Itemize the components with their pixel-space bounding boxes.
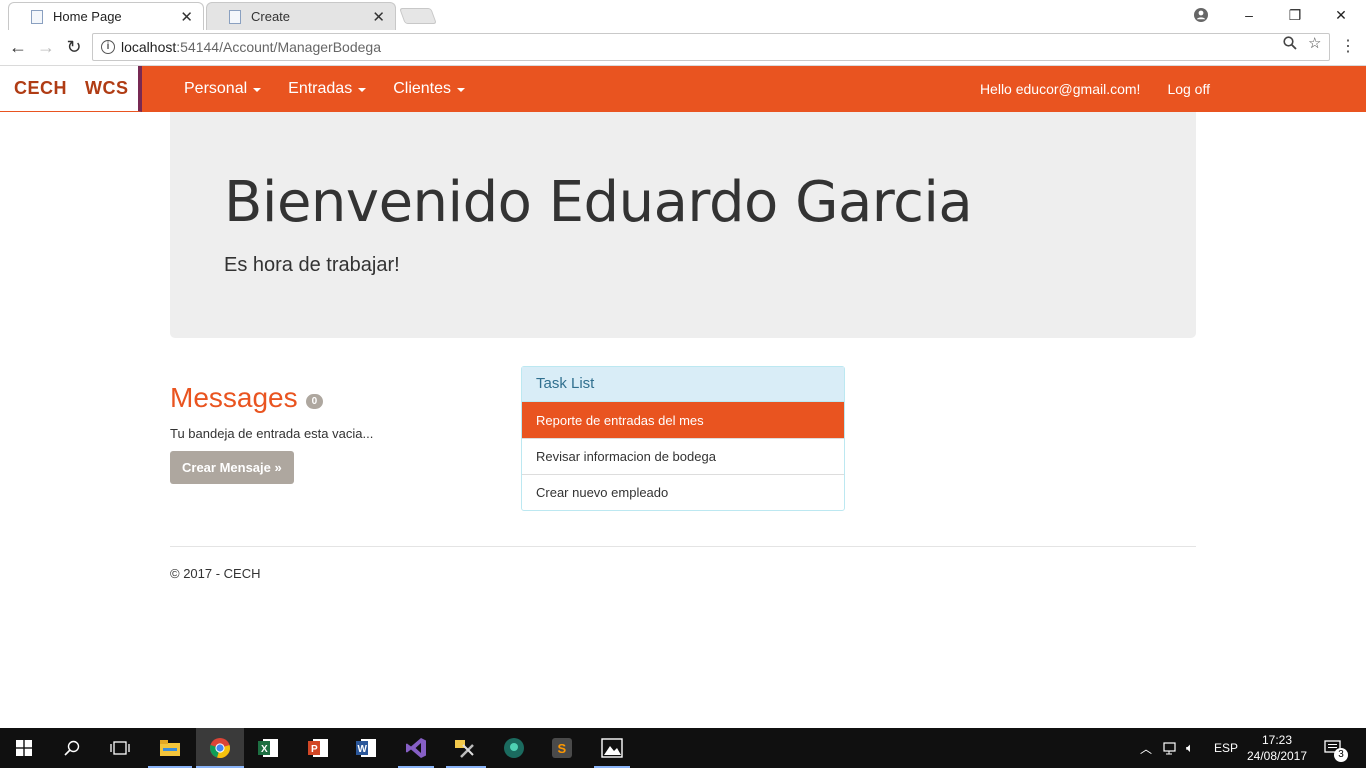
- minimize-button[interactable]: –: [1226, 0, 1272, 30]
- nav-personal-dropdown[interactable]: Personal: [184, 80, 262, 98]
- profile-icon[interactable]: [1178, 0, 1224, 30]
- nav-personal-label: Personal: [184, 80, 248, 97]
- back-arrow-icon[interactable]: ←: [7, 36, 29, 58]
- messages-title: Messages: [170, 382, 298, 413]
- chrome-icon[interactable]: [196, 728, 244, 768]
- close-tab-icon[interactable]: ✕: [372, 8, 385, 26]
- messages-section: Messages 0 Tu bandeja de entrada esta va…: [170, 382, 373, 484]
- task-view-icon[interactable]: [106, 734, 134, 762]
- tab-home-page[interactable]: Home Page ✕: [8, 2, 204, 30]
- footer-copyright: © 2017 - CECH: [170, 566, 261, 581]
- network-icon[interactable]: [1163, 728, 1179, 768]
- page-icon: [31, 10, 43, 24]
- svg-text:S: S: [558, 741, 567, 756]
- messages-count-badge: 0: [305, 393, 324, 409]
- footer-divider: [170, 546, 1196, 547]
- taskbar-clock[interactable]: 17:23 24/08/2017: [1244, 732, 1310, 764]
- caret-down-icon: [457, 88, 466, 92]
- browser-tabstrip: Home Page ✕ Create ✕ – ❐ ✕: [0, 0, 1366, 30]
- new-tab-button[interactable]: [399, 8, 437, 24]
- task-item-crear-empleado[interactable]: Crear nuevo empleado: [522, 474, 844, 510]
- nav-entradas-label: Entradas: [288, 80, 353, 97]
- info-icon[interactable]: i: [101, 40, 115, 54]
- tab-label: Create: [251, 9, 291, 24]
- svg-text:X: X: [261, 744, 268, 755]
- caret-down-icon: [358, 88, 367, 92]
- welcome-title: Bienvenido Eduardo Garcia: [224, 170, 973, 235]
- maximize-button[interactable]: ❐: [1272, 0, 1318, 30]
- clock-time: 17:23: [1261, 733, 1293, 747]
- brand-logo[interactable]: CECH WCS: [0, 66, 142, 112]
- crear-mensaje-button[interactable]: Crear Mensaje »: [170, 451, 294, 484]
- excel-icon[interactable]: X: [254, 734, 282, 762]
- action-center-icon[interactable]: 3: [1324, 728, 1348, 768]
- gitkraken-icon[interactable]: [500, 734, 528, 762]
- visual-studio-icon[interactable]: [402, 734, 430, 762]
- tab-label: Home Page: [53, 9, 122, 24]
- nav-user-area: Hello educor@gmail.com! Log off: [980, 66, 1210, 112]
- close-tab-icon[interactable]: ✕: [180, 8, 193, 26]
- language-indicator[interactable]: ESP: [1214, 728, 1238, 768]
- page-icon: [229, 10, 241, 24]
- user-greeting-link[interactable]: Hello educor@gmail.com!: [980, 81, 1141, 97]
- task-list-panel: Task List Reporte de entradas del mes Re…: [521, 366, 845, 511]
- word-icon[interactable]: W: [352, 734, 380, 762]
- bookmark-star-icon[interactable]: ☆: [1308, 34, 1321, 52]
- notification-count-badge: 3: [1334, 748, 1348, 762]
- file-explorer-icon[interactable]: [156, 734, 184, 762]
- photos-icon[interactable]: [598, 734, 626, 762]
- powerpoint-icon[interactable]: P: [304, 734, 332, 762]
- task-item-reporte[interactable]: Reporte de entradas del mes: [522, 402, 844, 438]
- task-item-revisar[interactable]: Revisar informacion de bodega: [522, 438, 844, 474]
- browser-toolbar: ← → ↻ i localhost:54144/Account/ManagerB…: [0, 30, 1366, 66]
- welcome-jumbotron: Bienvenido Eduardo Garcia Es hora de tra…: [170, 112, 1196, 338]
- svg-text:P: P: [311, 744, 318, 755]
- search-icon[interactable]: [58, 734, 86, 762]
- task-list-title: Task List: [522, 367, 844, 402]
- svg-text:W: W: [358, 744, 368, 755]
- forward-arrow-icon[interactable]: →: [35, 36, 57, 58]
- windows-start-icon[interactable]: [10, 734, 38, 762]
- windows-taskbar: X P W S ︿ 🔈︎ ESP 17:23 24/08/2017 3: [0, 728, 1366, 768]
- nav-menu: Personal Entradas Clientes: [184, 66, 492, 112]
- url-host: localhost: [121, 39, 177, 55]
- url-path: :54144/Account/ManagerBodega: [176, 39, 381, 55]
- zoom-search-icon[interactable]: [1283, 36, 1297, 54]
- build-tools-icon[interactable]: [450, 734, 478, 762]
- messages-heading: Messages 0: [170, 382, 373, 414]
- sublime-text-icon[interactable]: S: [548, 734, 576, 762]
- messages-empty-text: Tu bandeja de entrada esta vacia...: [170, 426, 374, 441]
- tray-chevron-icon[interactable]: ︿: [1140, 728, 1152, 768]
- close-window-button[interactable]: ✕: [1318, 0, 1364, 30]
- volume-icon[interactable]: 🔈︎: [1186, 728, 1194, 768]
- site-navbar: CECH WCS Personal Entradas Clientes Hell…: [0, 66, 1366, 112]
- nav-clientes-dropdown[interactable]: Clientes: [393, 80, 466, 98]
- nav-clientes-label: Clientes: [393, 80, 452, 97]
- nav-entradas-dropdown[interactable]: Entradas: [288, 80, 367, 98]
- brand-right: WCS: [85, 78, 129, 98]
- caret-down-icon: [253, 88, 262, 92]
- welcome-subtitle: Es hora de trabajar!: [224, 254, 400, 276]
- address-bar[interactable]: i localhost:54144/Account/ManagerBodega: [92, 33, 1330, 61]
- logoff-link[interactable]: Log off: [1167, 81, 1210, 97]
- tab-create[interactable]: Create ✕: [206, 2, 396, 30]
- browser-menu-icon[interactable]: ⋮: [1340, 36, 1356, 56]
- reload-icon[interactable]: ↻: [63, 36, 85, 58]
- brand-left: CECH: [14, 78, 68, 98]
- clock-date: 24/08/2017: [1246, 749, 1308, 763]
